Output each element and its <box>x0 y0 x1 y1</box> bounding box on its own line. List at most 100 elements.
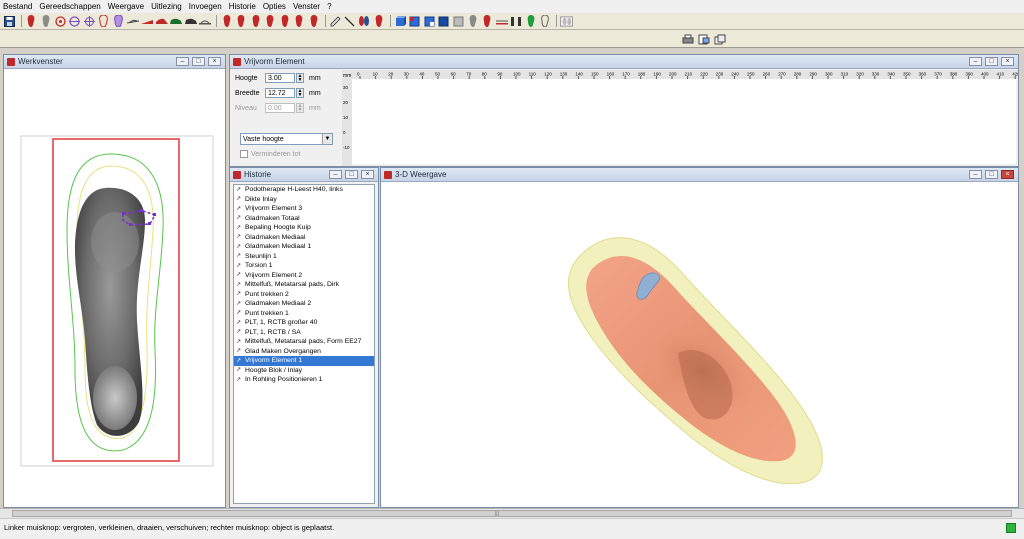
insole-outline-icon[interactable] <box>97 15 110 28</box>
hoogte-input[interactable]: 3.00 <box>265 73 295 83</box>
historie-item[interactable]: ↗ Punt trekken 1 <box>234 309 374 319</box>
heel-wedge-icon[interactable] <box>141 15 154 28</box>
profile-ruler-canvas[interactable]: mm 0 10 20 30 40 50 60 70 80 90 100 110 120 130 140 150… <box>342 70 1020 166</box>
historie-item[interactable]: ↗ Torsion 1 <box>234 261 374 271</box>
foot-green-icon[interactable] <box>524 15 537 28</box>
menu-item-opties[interactable]: Opties <box>263 0 286 13</box>
historie-item[interactable]: ↗ Podotherapie H-Leest H40, links <box>234 185 374 195</box>
ruler-unit-label: mm <box>343 73 351 79</box>
copy-icon[interactable] <box>713 33 726 46</box>
scrollbar-thumb[interactable] <box>12 510 1012 517</box>
historie-item[interactable]: ↗ Hoogte Blok / Inlay <box>234 366 374 376</box>
historie-item[interactable]: ↗ Gladmaken Mediaal 1 <box>234 242 374 252</box>
breedte-input[interactable]: 12.72 <box>265 88 295 98</box>
view-side-icon[interactable] <box>423 15 436 28</box>
historie-item[interactable]: ↗ PLT, 1, RCTB / SA <box>234 328 374 338</box>
foot-gray-icon[interactable] <box>466 15 479 28</box>
foot-red-icon[interactable] <box>235 15 248 28</box>
save-icon[interactable] <box>3 15 16 28</box>
historie-item[interactable]: ↗ PLT, 1, RCTB großer 40 <box>234 318 374 328</box>
foot-red-icon[interactable] <box>249 15 262 28</box>
historie-item[interactable]: ↗ Steunlijn 1 <box>234 252 374 262</box>
sole-line-icon[interactable] <box>126 15 139 28</box>
maximize-button[interactable]: □ <box>192 57 205 66</box>
maximize-button[interactable]: □ <box>985 57 998 66</box>
shoe-icon[interactable] <box>170 15 183 28</box>
menu-item-venster[interactable]: Venster <box>293 0 320 13</box>
foot-red-icon[interactable] <box>278 15 291 28</box>
minimize-button[interactable]: – <box>176 57 189 66</box>
historie-item[interactable]: ↗ Vrijvorm Element 2 <box>234 271 374 281</box>
checkbox-box[interactable] <box>240 150 248 158</box>
foot-gray-icon[interactable] <box>39 15 52 28</box>
werkvenster-window: Werkvenster – □ × <box>3 54 226 508</box>
foot-red-icon[interactable] <box>220 15 233 28</box>
height-mode-dropdown[interactable]: Vaste hoogte ▼ <box>240 133 333 145</box>
wedge-arch-icon[interactable] <box>155 15 168 28</box>
close-button[interactable]: × <box>208 57 221 66</box>
historie-item[interactable]: ↗ Vrijvorm Element 3 <box>234 204 374 214</box>
print-preview-icon[interactable] <box>697 33 710 46</box>
historie-item[interactable]: ↗ Gladmaken Mediaal 2 <box>234 299 374 309</box>
verminderen-checkbox[interactable]: Verminderen tot <box>240 150 300 158</box>
menu-item-uitlezing[interactable]: Uitlezing <box>151 0 182 13</box>
minimize-button[interactable]: – <box>969 170 982 179</box>
menu-item-historie[interactable]: Historie <box>229 0 256 13</box>
historie-item[interactable]: ↗ Mittelfuß, Metatarsal pads, Dirk <box>234 280 374 290</box>
sole-profile-icon[interactable] <box>495 15 508 28</box>
close-button[interactable]: × <box>361 170 374 179</box>
historie-item[interactable]: ↗ Gladmaken Mediaal <box>234 233 374 243</box>
ruler-tick-label: 170 <box>622 72 630 77</box>
maximize-button[interactable]: □ <box>345 170 358 179</box>
breedte-spinner[interactable]: ▲ ▼ <box>296 88 304 98</box>
foot-outline-icon[interactable] <box>539 15 552 28</box>
foot-scan-canvas[interactable] <box>5 70 224 506</box>
historie-item[interactable]: ↗ Gladmaken Totaal <box>234 214 374 224</box>
historie-list[interactable]: ↗ Podotherapie H-Leest H40, links ↗ Dikte I… <box>233 184 375 504</box>
foot-pair-icon[interactable] <box>358 15 371 28</box>
foot-red-icon[interactable] <box>307 15 320 28</box>
print-icon[interactable] <box>681 33 694 46</box>
historie-item[interactable]: ↗ Glad Maken Overgangen <box>234 347 374 357</box>
view-cube-icon[interactable] <box>394 15 407 28</box>
crosshair-icon[interactable] <box>83 15 96 28</box>
horizontal-scrollbar[interactable]: ||| <box>0 508 1024 518</box>
historie-item[interactable]: ↗ Vrijvorm Element 1 <box>234 356 374 366</box>
circle-line-icon[interactable] <box>68 15 81 28</box>
maximize-button[interactable]: □ <box>985 170 998 179</box>
shoe-dark-icon[interactable] <box>184 15 197 28</box>
menu-item-help[interactable]: ? <box>327 0 331 13</box>
minimize-button[interactable]: – <box>329 170 342 179</box>
close-button[interactable]: × <box>1001 170 1014 179</box>
hoogte-spinner[interactable]: ▲ ▼ <box>296 73 304 83</box>
insole-purple-icon[interactable] <box>112 15 125 28</box>
historie-item[interactable]: ↗ Bepaling Hoogte Kuip <box>234 223 374 233</box>
niveau-input[interactable]: 0.00 <box>265 103 295 113</box>
target-icon[interactable] <box>54 15 67 28</box>
sandal-icon[interactable] <box>199 15 212 28</box>
view-top-icon[interactable] <box>437 15 450 28</box>
menu-item-gereedschappen[interactable]: Gereedschappen <box>39 0 100 13</box>
foot-red-icon[interactable] <box>25 15 38 28</box>
historie-item[interactable]: ↗ Punt trekken 2 <box>234 290 374 300</box>
line-tool-icon[interactable] <box>343 15 356 28</box>
menu-item-weergave[interactable]: Weergave <box>108 0 144 13</box>
historie-item[interactable]: ↗ In Rohling Positionieren 1 <box>234 375 374 385</box>
foot-red-icon[interactable] <box>293 15 306 28</box>
menu-item-bestand[interactable]: Bestand <box>3 0 32 13</box>
menu-item-invoegen[interactable]: Invoegen <box>189 0 222 13</box>
minimize-button[interactable]: – <box>969 57 982 66</box>
3d-viewport[interactable] <box>382 183 1017 506</box>
historie-item[interactable]: ↗ Dikte Inlay <box>234 195 374 205</box>
historie-item[interactable]: ↗ Mittelfuß, Metatarsal pads, Form EE27 <box>234 337 374 347</box>
foot-red-icon[interactable] <box>372 15 385 28</box>
niveau-spinner[interactable]: ▲ ▼ <box>296 103 304 113</box>
view-front-icon[interactable] <box>408 15 421 28</box>
foot-compare-icon[interactable] <box>560 15 573 28</box>
foot-red-icon[interactable] <box>264 15 277 28</box>
columns-icon[interactable] <box>510 15 523 28</box>
close-button[interactable]: × <box>1001 57 1014 66</box>
grid-icon[interactable] <box>452 15 465 28</box>
foot-red-icon[interactable] <box>481 15 494 28</box>
pen-icon[interactable] <box>329 15 342 28</box>
